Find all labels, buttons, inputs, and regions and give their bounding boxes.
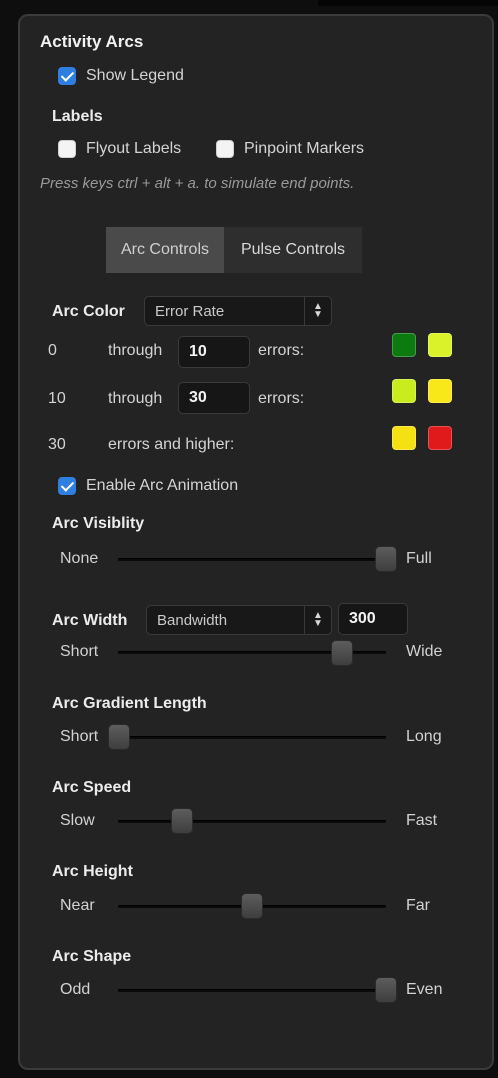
arc-visibility-min-label: None [60, 550, 99, 567]
arc-gradient-length-min-label: Short [60, 728, 99, 745]
arc-visibility-max-label: Full [406, 550, 432, 567]
arc-speed-label: Arc Speed [52, 779, 132, 796]
arc-gradient-length-slider-thumb[interactable] [108, 724, 130, 750]
arc-visibility-slider-thumb[interactable] [375, 546, 397, 572]
select-arrows-icon: ▲ ▼ [304, 297, 331, 325]
arc-width-select[interactable]: Bandwidth ▲ ▼ [146, 605, 332, 635]
arc-visibility-label: Arc Visiblity [52, 515, 145, 532]
arc-width-slider-thumb[interactable] [331, 640, 353, 666]
top-bar [318, 0, 498, 6]
arc-height-label: Arc Height [52, 863, 133, 880]
range-3-start-color-swatch[interactable] [392, 426, 416, 450]
range-2-input[interactable]: 30 [178, 382, 250, 414]
arc-width-label: Arc Width [52, 612, 128, 629]
panel-title: Activity Arcs [40, 32, 144, 51]
arc-shape-slider-thumb[interactable] [375, 977, 397, 1003]
arc-speed-min-label: Slow [60, 812, 95, 829]
arc-height-slider-thumb[interactable] [241, 893, 263, 919]
pinpoint-markers-checkbox[interactable] [216, 140, 234, 158]
arc-shape-label: Arc Shape [52, 948, 132, 965]
arc-gradient-length-max-label: Long [406, 728, 442, 745]
enable-arc-animation-label[interactable]: Enable Arc Animation [86, 477, 238, 495]
activity-arcs-panel: Activity Arcs Show Legend Labels Flyout … [18, 14, 494, 1070]
arc-width-max-label: Wide [406, 643, 443, 660]
arc-height-max-label: Far [406, 897, 430, 914]
arc-color-select[interactable]: Error Rate ▲ ▼ [144, 296, 332, 326]
show-legend-checkbox[interactable] [58, 67, 76, 85]
flyout-labels-checkbox[interactable] [58, 140, 76, 158]
range-1-start-color-swatch[interactable] [392, 333, 416, 357]
arc-shape-track[interactable] [118, 989, 386, 992]
arc-width-select-value: Bandwidth [157, 611, 228, 629]
range-1-end-color-swatch[interactable] [428, 333, 452, 357]
tab-pulse-controls[interactable]: Pulse Controls [224, 227, 362, 273]
range-2-from: 10 [48, 390, 66, 407]
range-1-input[interactable]: 10 [178, 336, 250, 368]
range-2-suffix: errors: [258, 390, 305, 407]
range-1-through: through [108, 342, 163, 359]
range-3-end-color-swatch[interactable] [428, 426, 452, 450]
arc-gradient-length-track[interactable] [118, 736, 386, 739]
arc-gradient-length-label: Arc Gradient Length [52, 695, 207, 712]
range-1-from: 0 [48, 342, 57, 359]
tab-arc-controls[interactable]: Arc Controls [106, 227, 224, 273]
flyout-labels-label[interactable]: Flyout Labels [86, 140, 181, 158]
labels-heading: Labels [52, 108, 103, 125]
arc-shape-max-label: Even [406, 981, 443, 998]
arc-color-select-value: Error Rate [155, 302, 225, 320]
arc-speed-max-label: Fast [406, 812, 438, 829]
range-2-start-color-swatch[interactable] [392, 379, 416, 403]
range-1-suffix: errors: [258, 342, 305, 359]
arc-shape-min-label: Odd [60, 981, 91, 998]
arc-width-min-label: Short [60, 643, 99, 660]
arc-height-min-label: Near [60, 897, 95, 914]
pinpoint-markers-label[interactable]: Pinpoint Markers [244, 140, 364, 158]
select-arrows-icon: ▲ ▼ [304, 606, 331, 634]
range-2-through: through [108, 390, 163, 407]
arc-visibility-track[interactable] [118, 558, 386, 561]
arc-speed-track[interactable] [118, 820, 386, 823]
arc-color-label: Arc Color [52, 303, 125, 320]
keyboard-hint: Press keys ctrl + alt + a. to simulate e… [40, 175, 355, 192]
range-2-end-color-swatch[interactable] [428, 379, 452, 403]
range-3-from: 30 [48, 436, 66, 453]
show-legend-label[interactable]: Show Legend [86, 67, 184, 85]
range-3-text: errors and higher: [108, 436, 235, 453]
enable-arc-animation-checkbox[interactable] [58, 477, 76, 495]
arc-width-value-input[interactable]: 300 [338, 603, 408, 635]
arc-speed-slider-thumb[interactable] [171, 808, 193, 834]
